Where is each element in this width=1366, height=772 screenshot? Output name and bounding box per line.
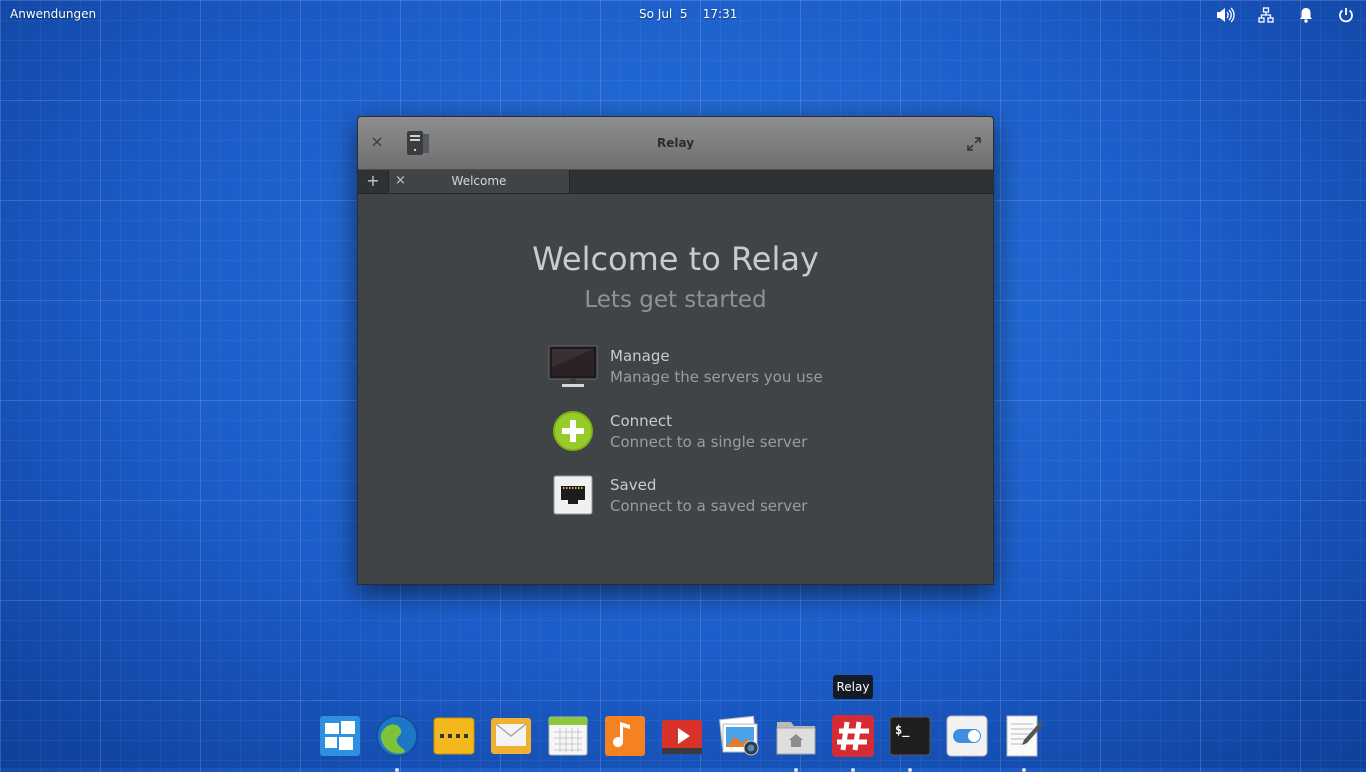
option-title: Saved [610, 476, 657, 494]
power-icon[interactable] [1336, 5, 1356, 25]
running-indicator [851, 768, 855, 772]
manage-option[interactable]: Manage Manage the servers you use [548, 345, 868, 395]
monitor-icon [548, 345, 598, 389]
svg-text:$_: $_ [895, 723, 910, 738]
volume-icon[interactable] [1215, 5, 1235, 25]
tab-label: Welcome [451, 174, 507, 188]
terminal-icon[interactable]: $_ [888, 714, 932, 772]
dock-tooltip: Relay [833, 675, 873, 699]
saved-option[interactable]: Saved Connect to a saved server [548, 474, 868, 524]
calendar-icon[interactable] [546, 714, 590, 758]
running-indicator [1022, 768, 1026, 772]
running-indicator [794, 768, 798, 772]
running-indicator [908, 768, 912, 772]
welcome-heading: Welcome to Relay [532, 240, 819, 278]
running-indicator [395, 768, 399, 772]
tab-welcome[interactable]: × Welcome [388, 170, 570, 193]
welcome-view: Welcome to Relay Lets get started Manage… [358, 194, 993, 584]
photos-icon[interactable] [717, 714, 761, 758]
notifications-icon[interactable] [1296, 5, 1316, 25]
multitasking-view-icon[interactable] [318, 714, 362, 758]
panel-time: 17:31 [702, 7, 738, 21]
relay-icon[interactable] [831, 714, 875, 772]
applications-menu[interactable]: Anwendungen [10, 7, 96, 21]
option-description: Connect to a saved server [610, 497, 808, 515]
videos-icon[interactable] [660, 714, 704, 758]
connect-option[interactable]: Connect Connect to a single server [548, 410, 868, 460]
system-settings-icon[interactable] [945, 714, 989, 758]
maximize-icon[interactable] [966, 136, 982, 152]
new-tab-button[interactable]: + [364, 172, 382, 190]
mail-icon[interactable] [489, 714, 533, 758]
window-title: Relay [656, 136, 695, 150]
music-icon[interactable] [603, 714, 647, 758]
option-title: Connect [610, 412, 673, 430]
window-titlebar[interactable]: × Relay [358, 117, 993, 170]
option-description: Manage the servers you use [610, 368, 823, 386]
top-panel: Anwendungen So Jul 5 17:31 [0, 0, 1366, 30]
network-icon[interactable] [1256, 5, 1276, 25]
panel-date: So Jul 5 [639, 7, 688, 21]
option-description: Connect to a single server [610, 433, 808, 451]
web-browser-icon[interactable] [375, 714, 419, 772]
text-editor-icon[interactable] [1002, 714, 1046, 772]
taxi-ftp-icon[interactable] [432, 714, 476, 758]
network-port-icon [548, 474, 598, 518]
option-title: Manage [610, 347, 670, 365]
relay-window: × Relay + × Welcome Welcome to Relay Let… [357, 116, 994, 585]
add-circle-icon [548, 410, 598, 454]
files-icon[interactable] [774, 714, 818, 772]
welcome-subheading: Lets get started [584, 287, 767, 313]
dock: $_ [318, 710, 1050, 772]
panel-clock[interactable]: So Jul 5 17:31 [639, 7, 737, 21]
tab-bar: + × Welcome [358, 170, 993, 194]
